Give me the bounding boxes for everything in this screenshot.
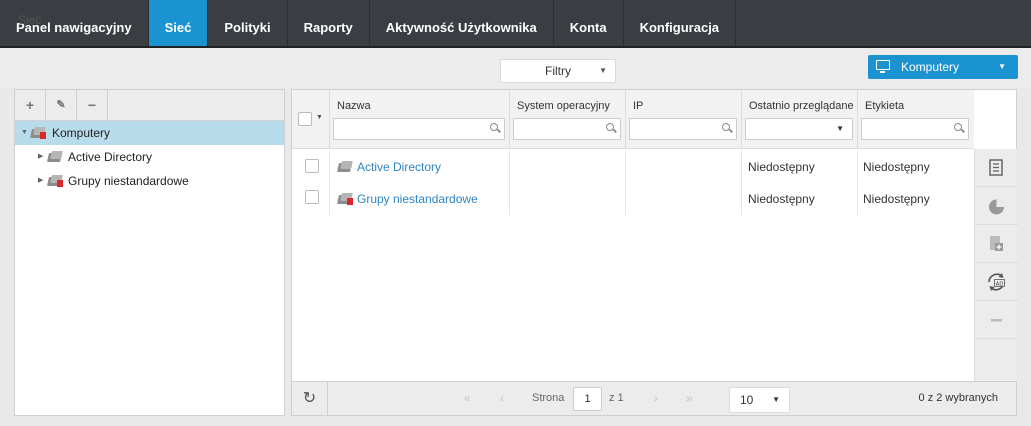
expanded-arrow-icon[interactable]: ▼	[21, 121, 28, 145]
computers-view-label: Komputery	[901, 60, 960, 74]
search-icon	[490, 123, 498, 131]
chevron-down-icon: ▼	[599, 66, 607, 75]
tab-raporty[interactable]: Raporty	[288, 0, 370, 46]
tree-toolbar: + ✎ −	[15, 90, 284, 121]
svg-text:AD: AD	[996, 281, 1004, 287]
column-header-label[interactable]: Nazwa	[337, 100, 371, 112]
computers-view-dropdown[interactable]: Komputery ▼	[868, 55, 1018, 79]
refresh-button[interactable]: ↻	[292, 382, 328, 416]
chevron-down-icon: ▼	[998, 62, 1006, 71]
add-group-button[interactable]: +	[15, 90, 46, 120]
top-navigation: Panel nawigacyjny Sieć Polityki Raporty …	[0, 0, 1031, 48]
collapsed-arrow-icon[interactable]: ▶	[38, 145, 43, 169]
install-button[interactable]	[975, 225, 1018, 263]
pie-chart-icon	[989, 199, 1004, 215]
report-button[interactable]	[975, 187, 1018, 225]
search-icon	[606, 123, 614, 131]
chevron-down-icon: ▼	[836, 124, 844, 133]
tree-item-label: Grupy niestandardowe	[68, 174, 189, 188]
tree-item-active-directory[interactable]: ▶ Active Directory	[15, 145, 284, 169]
sync-ad-button[interactable]: AD	[975, 263, 1018, 301]
page-number-input[interactable]: 1	[573, 387, 602, 411]
column-ostatnio-przegladane: Ostatnio przeglądane ▼	[742, 90, 858, 149]
tree-item-label: Active Directory	[68, 150, 153, 164]
row-label: Niedostępny	[863, 192, 930, 206]
edit-group-button[interactable]: ✎	[46, 90, 77, 120]
ip-filter-input[interactable]	[629, 118, 737, 140]
sync-ad-icon: AD	[988, 273, 1005, 291]
row-name-link[interactable]: Grupy niestandardowe	[357, 192, 478, 206]
row-checkbox[interactable]	[305, 190, 319, 204]
next-page-button[interactable]: ›	[654, 391, 658, 405]
tab-aktywnosc-uzytkownika[interactable]: Aktywność Użytkownika	[370, 0, 554, 46]
minus-icon	[991, 319, 1002, 322]
grid-action-bar: AD	[974, 149, 1018, 381]
chevron-down-icon: ▼	[772, 395, 780, 404]
page-size-select[interactable]: 10 ▼	[729, 387, 790, 413]
filters-label: Filtry	[545, 64, 571, 78]
tree-item-label: Komputery	[52, 126, 111, 140]
table-row[interactable]: Grupy niestandardowe Niedostępny Niedost…	[292, 183, 974, 215]
column-header-label[interactable]: IP	[633, 100, 643, 112]
select-all-checkbox[interactable]	[298, 112, 312, 126]
tree-panel: + ✎ − ▼ Komputery ▶ Active Directory ▶ G…	[14, 89, 285, 416]
filters-dropdown[interactable]: Filtry ▼	[500, 59, 616, 83]
install-package-icon	[990, 236, 1003, 251]
column-etykieta: Etykieta	[858, 90, 974, 149]
page-size-value: 10	[740, 393, 754, 407]
tree-item-grupy-niestandardowe[interactable]: ▶ Grupy niestandardowe	[15, 169, 284, 193]
remove-button[interactable]	[975, 301, 1018, 339]
tab-polityki[interactable]: Polityki	[208, 0, 288, 46]
label-filter-input[interactable]	[861, 118, 969, 140]
remove-group-button[interactable]: −	[77, 90, 108, 120]
breadcrumb: Sieć	[18, 13, 42, 27]
row-last-seen: Niedostępny	[748, 160, 815, 174]
table-row[interactable]: Active Directory Niedostępny Niedostępny	[292, 151, 974, 183]
column-ip: IP	[626, 90, 742, 149]
grid-pager: ↻ « ‹ Strona 1 z 1 › » 10 ▼ 0 z 2 wybran…	[292, 381, 1016, 416]
search-icon	[954, 123, 962, 131]
chevron-down-icon[interactable]: ▼	[316, 114, 323, 121]
row-checkbox[interactable]	[305, 159, 319, 173]
tree-item-komputery[interactable]: ▼ Komputery	[15, 121, 284, 145]
custom-group-icon	[47, 175, 64, 187]
refresh-icon: ↻	[302, 390, 317, 407]
column-header-label[interactable]: Ostatnio przeglądane	[749, 100, 854, 112]
page-count-label: z 1	[609, 392, 624, 404]
page-label: Strona	[532, 392, 565, 404]
column-nazwa: Nazwa	[330, 90, 510, 149]
column-header-label[interactable]: Etykieta	[865, 100, 904, 112]
folder-icon	[337, 161, 354, 173]
collapsed-arrow-icon[interactable]: ▶	[38, 169, 43, 193]
column-header-label[interactable]: System operacyjny	[517, 100, 610, 112]
tab-konta[interactable]: Konta	[554, 0, 624, 46]
row-label: Niedostępny	[863, 160, 930, 174]
os-filter-input[interactable]	[513, 118, 621, 140]
tab-konfiguracja[interactable]: Konfiguracja	[624, 0, 737, 46]
first-page-button[interactable]: «	[464, 391, 471, 405]
last-seen-filter-select[interactable]: ▼	[745, 118, 853, 140]
tab-siec[interactable]: Sieć	[148, 0, 209, 46]
folder-icon	[47, 151, 64, 163]
prev-page-button[interactable]: ‹	[500, 391, 504, 405]
select-all-column: ▼	[292, 90, 330, 149]
monitor-icon	[876, 60, 890, 73]
row-last-seen: Niedostępny	[748, 192, 815, 206]
selection-count: 0 z 2 wybranych	[918, 392, 998, 404]
column-system-operacyjny: System operacyjny	[510, 90, 626, 149]
search-icon	[722, 123, 730, 131]
row-name-link[interactable]: Active Directory	[357, 160, 441, 174]
computers-group-icon	[30, 127, 47, 139]
tasks-button[interactable]	[975, 149, 1018, 187]
name-filter-input[interactable]	[333, 118, 505, 140]
custom-group-icon	[337, 193, 354, 205]
endpoints-grid: ▼ Nazwa System operacyjny IP Ostatnio pr…	[291, 89, 1018, 416]
grid-header: ▼ Nazwa System operacyjny IP Ostatnio pr…	[292, 90, 974, 149]
pencil-icon: ✎	[56, 99, 66, 111]
tasks-icon	[989, 159, 1003, 176]
last-page-button[interactable]: »	[686, 391, 693, 405]
